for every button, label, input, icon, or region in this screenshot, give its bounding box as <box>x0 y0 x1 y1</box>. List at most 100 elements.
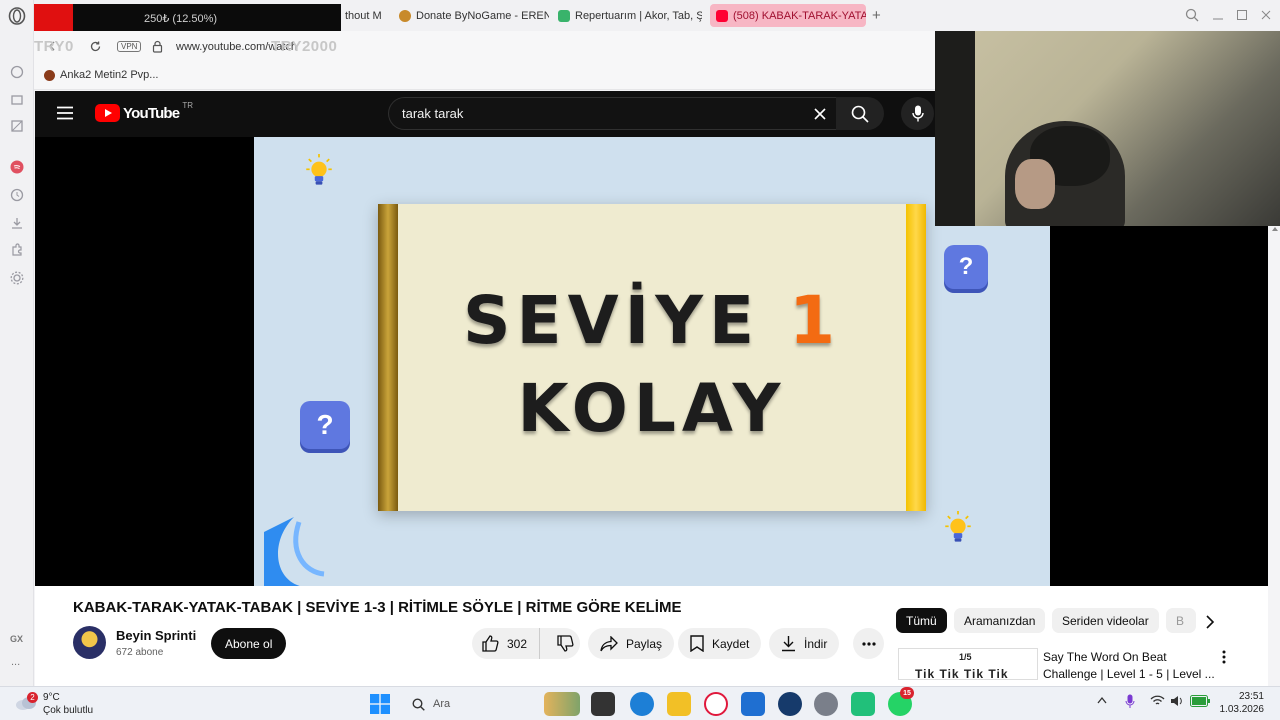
next-video-title[interactable]: Say The Word On Beat Challenge | Level 1… <box>1043 649 1215 683</box>
youtube-logo[interactable]: YouTube TR <box>95 100 194 122</box>
weather-badge: 2 <box>27 692 38 703</box>
mic-tray-icon[interactable] <box>1125 694 1135 709</box>
tab-label: (508) KABAK-TARAK-YATAK <box>733 9 866 22</box>
address-bar: VPN www.youtube.com/watch TRY0 TRY2000 <box>34 31 935 62</box>
search-button[interactable] <box>836 97 884 130</box>
next-video-menu-icon[interactable] <box>1222 650 1226 664</box>
sidebar-more-icon[interactable]: ... <box>11 656 20 668</box>
battery-icon[interactable] <box>1190 695 1210 707</box>
chevron-right-icon[interactable] <box>1205 615 1215 629</box>
next-video-title-line2: Challenge | Level 1 - 5 | Level ... <box>1043 667 1215 681</box>
search-tabs-icon[interactable] <box>1185 8 1199 22</box>
board-line1: SEVİYE 1 <box>378 282 926 359</box>
notepad-icon[interactable] <box>741 692 765 716</box>
new-tab-button[interactable]: + <box>872 7 881 24</box>
cloud-icon: 2 <box>15 692 38 713</box>
lock-icon[interactable] <box>152 40 163 53</box>
date: 1.03.2026 <box>1219 704 1265 715</box>
minimize-icon[interactable] <box>1211 8 1225 22</box>
clear-search-icon[interactable] <box>813 107 827 121</box>
reload-icon[interactable] <box>89 40 102 53</box>
steam-icon[interactable] <box>778 692 802 716</box>
cart-sidebar-icon[interactable] <box>8 91 26 109</box>
bookmark-label: Anka2 Metin2 Pvp... <box>60 69 159 81</box>
game-app-icon[interactable] <box>851 692 875 716</box>
volume-icon[interactable] <box>1170 695 1184 707</box>
whatsapp-icon[interactable]: 15 <box>888 687 914 716</box>
file-explorer-icon[interactable] <box>667 692 691 716</box>
tab-3[interactable]: Repertuarım | Akor, Tab, Şan <box>552 4 702 27</box>
region-code: TR <box>182 100 194 110</box>
scroll-up-arrow-icon[interactable] <box>1272 226 1278 232</box>
more-horizontal-icon <box>861 641 876 646</box>
webcam-overlay <box>935 31 1280 226</box>
tab-label: Donate ByNoGame - EREN <box>416 9 549 22</box>
opera-logo-icon[interactable] <box>8 7 26 25</box>
history-sidebar-icon[interactable] <box>8 63 26 81</box>
tab-2[interactable]: Donate ByNoGame - EREN <box>393 4 549 27</box>
youtube-favicon-icon <box>716 9 728 22</box>
more-actions-button[interactable] <box>853 628 884 659</box>
voice-search-button[interactable] <box>901 97 934 130</box>
chip-from-search[interactable]: Aramanızdan <box>954 608 1046 633</box>
share-icon <box>600 635 618 651</box>
restore-icon[interactable] <box>1235 8 1249 22</box>
dislike-button[interactable] <box>548 635 574 652</box>
save-button[interactable]: Kaydet <box>678 628 762 659</box>
download-sidebar-icon[interactable] <box>8 214 26 232</box>
board-word: SEVİYE <box>462 282 761 359</box>
tray-overflow-icon[interactable] <box>1097 696 1107 704</box>
windows-start-icon[interactable] <box>370 694 390 714</box>
download-button[interactable]: İndir <box>769 628 840 659</box>
download-icon <box>782 636 795 652</box>
close-window-icon[interactable] <box>1259 8 1273 22</box>
settings-icon[interactable] <box>814 692 838 716</box>
overlay-text-left: TRY0 <box>34 38 74 55</box>
chip-all[interactable]: Tümü <box>896 608 947 633</box>
spotify-icon[interactable] <box>8 158 26 176</box>
task-view-icon[interactable] <box>591 692 615 716</box>
tab-label: Repertuarım | Akor, Tab, Şan <box>575 9 702 22</box>
notification-badge: 15 <box>900 687 914 699</box>
recording-overlay: 250₺ (12.50%) <box>34 4 341 32</box>
page-scrollbar[interactable] <box>1269 226 1280 686</box>
subscribe-button[interactable]: Abone ol <box>211 628 287 659</box>
chip-truncated[interactable]: B <box>1166 608 1196 633</box>
share-button[interactable]: Paylaş <box>588 628 675 659</box>
panel-sidebar-icon[interactable] <box>8 117 26 135</box>
save-label: Kaydet <box>712 636 750 651</box>
search-icon <box>412 697 425 711</box>
opera-gx-icon[interactable] <box>704 692 728 716</box>
like-button[interactable]: 302 <box>472 628 540 659</box>
bookmark-item[interactable]: Anka2 Metin2 Pvp... <box>44 69 158 81</box>
download-label: İndir <box>804 636 828 651</box>
vpn-badge[interactable]: VPN <box>117 41 142 52</box>
like-count: 302 <box>507 636 528 651</box>
edge-icon[interactable] <box>630 692 654 716</box>
lightbulb-icon <box>304 154 334 188</box>
clock[interactable]: 23:51 1.03.2026 <box>1218 690 1265 716</box>
wifi-icon[interactable] <box>1150 695 1165 707</box>
overlay-text-right: TRY2000 <box>271 38 338 55</box>
question-bubble-icon: ? <box>300 401 350 449</box>
thumbs-up-icon <box>482 635 499 652</box>
thumb-badge: 1/5 <box>959 652 972 662</box>
gx-label[interactable]: GX <box>10 634 23 644</box>
video-info-area: KABAK-TARAK-YATAK-TABAK | SEVİYE 1-3 | R… <box>35 586 1268 686</box>
search-input[interactable]: tarak tarak <box>402 106 463 121</box>
tab-youtube-active[interactable]: (508) KABAK-TARAK-YATAK <box>710 4 866 27</box>
chip-series[interactable]: Seriden videolar <box>1052 608 1159 633</box>
channel-name[interactable]: Beyin Sprinti <box>116 628 196 643</box>
settings-sidebar-icon[interactable] <box>8 269 26 287</box>
tab-1[interactable]: thout M <box>339 4 393 27</box>
extensions-sidebar-icon[interactable] <box>8 241 26 259</box>
channel-avatar[interactable] <box>73 626 106 659</box>
weather-widget[interactable]: 2 9°C Çok bulutlu <box>15 691 93 717</box>
thumbs-down-icon <box>557 635 574 652</box>
clock-sidebar-icon[interactable] <box>8 186 26 204</box>
recording-indicator <box>34 4 73 32</box>
browser-sidebar: GX ... <box>0 0 34 686</box>
next-video-thumbnail[interactable]: 1/5 Tik Tik Tik Tik <box>898 648 1038 680</box>
search-box[interactable]: tarak tarak <box>388 97 836 130</box>
menu-icon[interactable] <box>57 106 73 120</box>
